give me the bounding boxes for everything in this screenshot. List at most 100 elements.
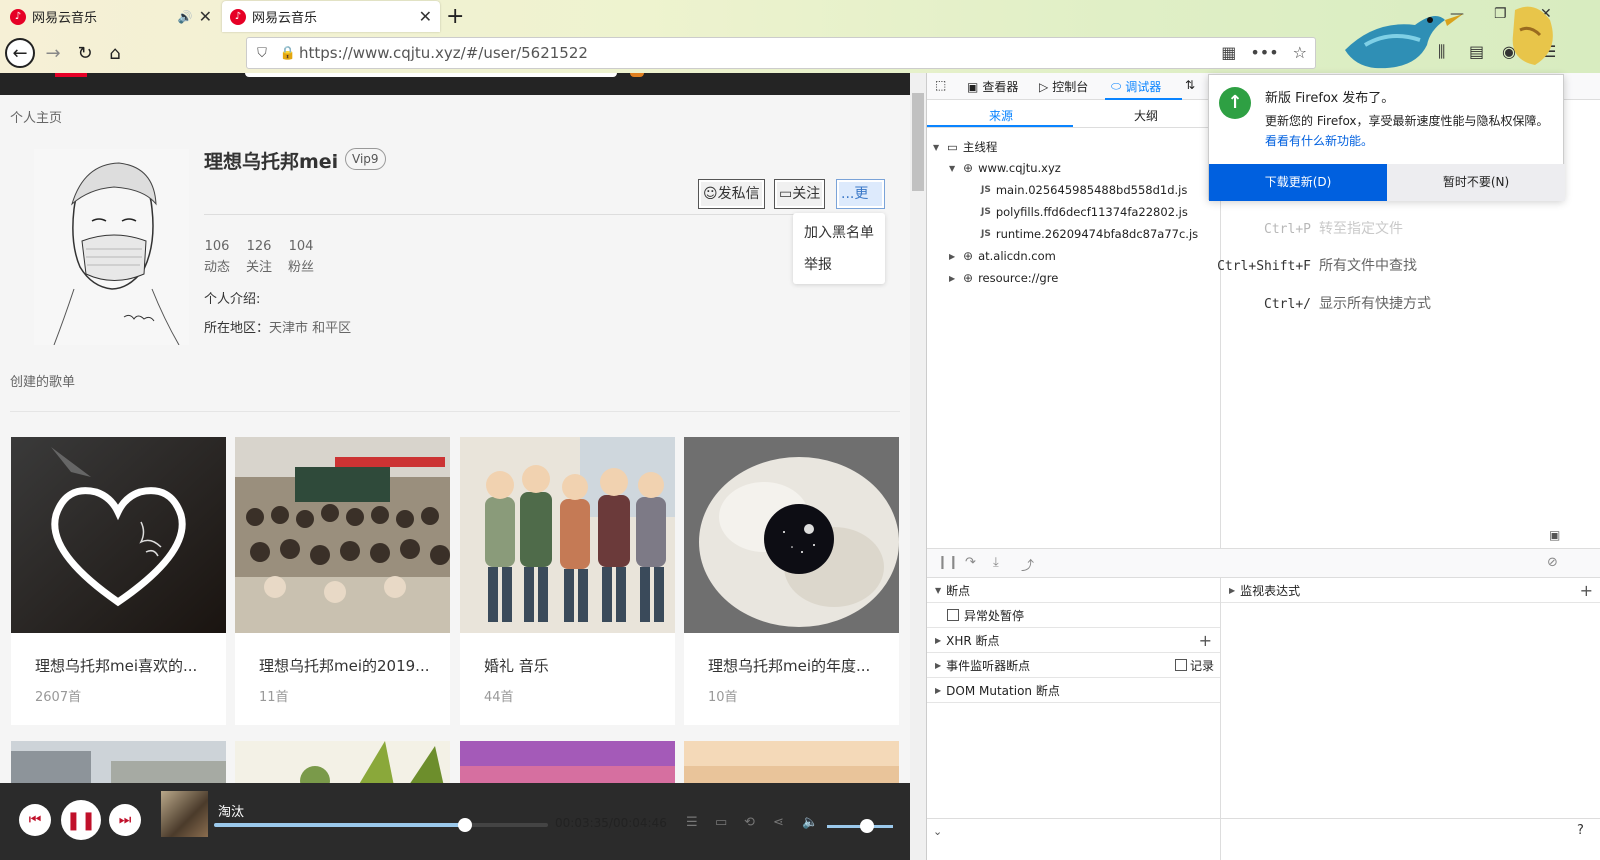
next-track-button[interactable]: ⏭: [109, 804, 141, 836]
close-tab-icon[interactable]: ✕: [419, 7, 432, 26]
speaker-icon[interactable]: 🔊: [178, 10, 193, 24]
tree-item-file[interactable]: JS main.025645985488bd558d1d.js: [981, 183, 1187, 197]
tab-2[interactable]: ♪ 网易云音乐 ✕: [222, 1, 440, 32]
toggle-panel-icon[interactable]: ▣: [1549, 528, 1560, 542]
event-listener-breakpoints-header[interactable]: ▶ 事件监听器断点 记录: [927, 653, 1220, 678]
playlist-name[interactable]: 婚礼 音乐: [484, 655, 664, 676]
track-cover[interactable]: [161, 791, 208, 837]
help-icon[interactable]: ?: [1577, 823, 1584, 838]
playlist-name[interactable]: 理想乌托邦mei的年度...: [708, 655, 888, 676]
deactivate-breakpoints-icon[interactable]: ⊘: [1547, 555, 1558, 570]
playlist-cover[interactable]: [684, 437, 899, 633]
minimize-icon[interactable]: —: [1450, 6, 1464, 22]
tree-item-domain[interactable]: ▼ ⊕ www.cqjtu.xyz: [949, 161, 1061, 175]
site-search-input[interactable]: [245, 73, 617, 77]
folder-icon[interactable]: ▭: [715, 815, 727, 830]
checkbox[interactable]: [947, 609, 959, 621]
tab-1[interactable]: ♪ 网易云音乐 🔊 ✕: [2, 1, 220, 32]
menu-item-report[interactable]: 举报: [793, 249, 885, 281]
playlist-name[interactable]: 理想乌托邦mei喜欢的...: [35, 655, 215, 676]
add-icon[interactable]: +: [1199, 631, 1212, 650]
tab-console[interactable]: ▷ 控制台: [1039, 78, 1088, 95]
more-button[interactable]: ...更多: [836, 179, 885, 230]
pause-button[interactable]: ❚❚: [61, 800, 101, 840]
add-icon[interactable]: +: [1580, 581, 1593, 600]
tab-label: 控制台: [1052, 80, 1089, 94]
volume-slider[interactable]: [827, 819, 893, 833]
stat-events[interactable]: 106 动态: [204, 239, 230, 275]
back-button[interactable]: ←: [5, 38, 35, 68]
share-icon[interactable]: ⋖: [773, 815, 784, 830]
bookmark-star-icon[interactable]: ☆: [1293, 43, 1307, 62]
account-icon[interactable]: ◉: [1502, 42, 1516, 61]
volume-knob[interactable]: [859, 819, 874, 833]
tree-item-domain[interactable]: ▶ ⊕ at.alicdn.com: [949, 249, 1056, 263]
site-avatar[interactable]: [630, 73, 644, 77]
stat-following[interactable]: 126 关注: [246, 239, 272, 275]
url-text[interactable]: https://www.cqjtu.xyz/#/user/5621522: [299, 44, 588, 62]
menu-icon[interactable]: ☰: [1542, 42, 1556, 61]
tab-inspector[interactable]: ▣ 查看器: [967, 78, 1018, 95]
new-tab-button[interactable]: +: [446, 4, 464, 29]
shortcut-key: Ctrl+/: [1264, 297, 1311, 312]
sidebar-icon[interactable]: ▤: [1469, 42, 1484, 61]
playlist-cover[interactable]: [235, 437, 450, 633]
progress-knob[interactable]: [457, 818, 472, 832]
step-over-icon[interactable]: ↷: [965, 555, 976, 570]
more-actions-icon[interactable]: •••: [1250, 43, 1278, 62]
pause-icon[interactable]: ❙❙: [937, 555, 959, 570]
follow-button[interactable]: ▭关注: [774, 179, 826, 209]
element-picker-icon[interactable]: ⬚: [935, 78, 946, 92]
tree-item-thread[interactable]: ▼ ▭ 主线程: [933, 139, 997, 155]
page-scrollbar[interactable]: [910, 73, 926, 860]
progress-bar[interactable]: [214, 818, 548, 832]
menu-item-blacklist[interactable]: 加入黑名单: [793, 217, 885, 249]
playlist-card[interactable]: 理想乌托邦mei喜欢的... 2607首: [11, 437, 226, 725]
tab-debugger[interactable]: ⬭ 调试器: [1111, 78, 1161, 95]
stat-label: 动态: [204, 260, 231, 275]
previous-track-button[interactable]: ⏮: [19, 804, 51, 836]
playlist-card[interactable]: 理想乌托邦mei的2019... 11首: [235, 437, 450, 725]
forward-button[interactable]: →: [38, 38, 68, 68]
tab-sources[interactable]: 来源: [989, 107, 1013, 124]
chevron-down-icon[interactable]: ⌄: [933, 825, 942, 838]
shield-icon[interactable]: ⛉: [247, 46, 277, 61]
send-message-button[interactable]: ☺发私信: [698, 179, 765, 209]
playlist-cover[interactable]: [11, 437, 226, 633]
breakpoints-header[interactable]: ▼ 断点: [927, 578, 1220, 603]
stat-followers[interactable]: 104 粉丝: [288, 239, 314, 275]
scrollbar-thumb[interactable]: [912, 93, 924, 191]
download-update-button[interactable]: 下载更新(D): [1209, 164, 1387, 201]
playlist-card[interactable]: 婚礼 音乐 44首: [460, 437, 675, 725]
playlist-cover[interactable]: [460, 437, 675, 633]
restore-icon[interactable]: ❐: [1494, 6, 1507, 22]
playlist-icon[interactable]: ☰: [686, 815, 698, 830]
checkbox[interactable]: [1174, 659, 1187, 671]
xhr-breakpoints-header[interactable]: ▶ XHR 断点 +: [927, 628, 1220, 653]
repeat-icon[interactable]: ⟲: [744, 815, 755, 830]
qr-code-icon[interactable]: ▦: [1221, 43, 1236, 62]
not-now-button[interactable]: 暂时不要(N): [1387, 164, 1565, 201]
site-logo[interactable]: [55, 73, 87, 77]
network-icon[interactable]: ⇅: [1185, 78, 1195, 92]
whats-new-link[interactable]: 看看有什么新功能。: [1265, 132, 1373, 149]
volume-icon[interactable]: 🔈: [802, 815, 818, 830]
tree-item-file[interactable]: JS polyfills.ffd6decf11374fa22802.js: [981, 205, 1188, 219]
lock-icon[interactable]: 🔒: [277, 46, 299, 61]
tree-item-domain[interactable]: ▶ ⊕ resource://gre: [949, 271, 1058, 285]
close-tab-icon[interactable]: ✕: [199, 7, 212, 26]
pause-on-exceptions[interactable]: 异常处暂停: [927, 603, 1220, 628]
library-icon[interactable]: ⫼: [1438, 42, 1445, 62]
reload-button[interactable]: ↻: [70, 38, 100, 68]
dom-mutation-breakpoints-header[interactable]: ▶ DOM Mutation 断点: [927, 678, 1220, 703]
home-button[interactable]: ⌂: [100, 38, 130, 68]
step-in-icon[interactable]: ⤓: [993, 555, 999, 570]
watch-expressions-header[interactable]: ▶ 监视表达式 +: [1221, 578, 1600, 603]
playlist-name[interactable]: 理想乌托邦mei的2019...: [259, 655, 439, 676]
window-close-icon[interactable]: ✕: [1540, 6, 1552, 22]
log-toggle[interactable]: 记录: [1174, 657, 1214, 674]
tab-outline[interactable]: 大纲: [1134, 107, 1158, 124]
step-out-icon[interactable]: ⤴: [1021, 555, 1034, 574]
url-bar[interactable]: ⛉ 🔒 https://www.cqjtu.xyz/#/user/5621522…: [246, 37, 1316, 69]
playlist-card[interactable]: 理想乌托邦mei的年度... 10首: [684, 437, 899, 725]
